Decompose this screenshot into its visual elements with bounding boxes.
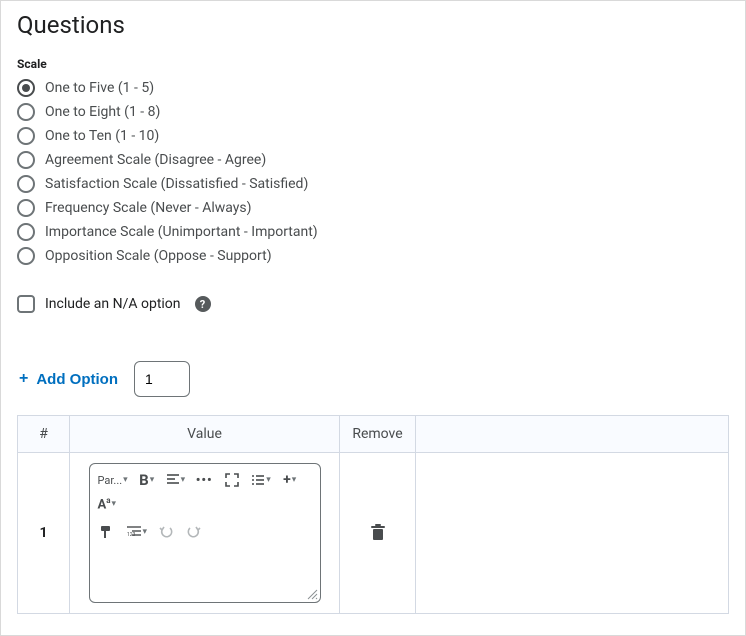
radio-icon — [17, 103, 35, 121]
add-option-label: Add Option — [36, 371, 118, 388]
blank-cell — [416, 453, 729, 614]
col-header-num: # — [18, 416, 70, 453]
scale-radio-option[interactable]: Satisfaction Scale (Dissatisfied - Satis… — [17, 175, 729, 193]
trash-icon — [370, 524, 386, 542]
include-na-checkbox[interactable] — [17, 295, 35, 313]
align-left-icon — [166, 473, 180, 487]
radio-icon — [17, 199, 35, 217]
col-header-remove: Remove — [340, 416, 416, 453]
scale-radio-option[interactable]: One to Five (1 - 5) — [17, 79, 729, 97]
align-button[interactable]: ▾ — [166, 470, 186, 490]
table-row: 1 Par... ▾ B ▾ — [18, 453, 729, 614]
chevron-down-icon: ▾ — [266, 475, 271, 485]
radio-label: Importance Scale (Unimportant - Importan… — [45, 224, 318, 240]
undo-button[interactable] — [157, 522, 175, 542]
radio-icon — [17, 127, 35, 145]
radio-label: Opposition Scale (Oppose - Support) — [45, 248, 272, 264]
scale-radio-option[interactable]: Opposition Scale (Oppose - Support) — [17, 247, 729, 265]
undo-icon — [159, 525, 173, 539]
radio-label: Agreement Scale (Disagree - Agree) — [45, 152, 266, 168]
scale-radio-option[interactable]: Importance Scale (Unimportant - Importan… — [17, 223, 729, 241]
scale-radio-option[interactable]: Frequency Scale (Never - Always) — [17, 199, 729, 217]
add-option-count-input[interactable] — [134, 361, 190, 397]
chevron-down-icon: ▾ — [150, 475, 155, 485]
editor-toolbar: Par... ▾ B ▾ — [90, 464, 320, 553]
row-number: 1 — [39, 525, 47, 541]
rich-text-editor[interactable]: Par... ▾ B ▾ — [89, 463, 321, 603]
include-na-row: Include an N/A option ? — [17, 295, 729, 313]
add-option-button[interactable]: + Add Option — [17, 366, 120, 392]
font-button[interactable]: Aa ▾ — [98, 494, 117, 514]
include-na-label: Include an N/A option — [45, 296, 181, 312]
resize-grip-icon[interactable] — [306, 588, 318, 600]
radio-label: Frequency Scale (Never - Always) — [45, 200, 252, 216]
svg-text:123: 123 — [127, 532, 136, 538]
expand-icon — [225, 473, 239, 487]
radio-label: One to Five (1 - 5) — [45, 80, 154, 96]
list-icon — [251, 473, 265, 487]
scale-radio-group: One to Five (1 - 5) One to Eight (1 - 8) O… — [17, 79, 729, 265]
page-title: Questions — [17, 11, 729, 39]
add-option-row: + Add Option — [17, 361, 729, 397]
chevron-down-icon: ▾ — [123, 475, 128, 485]
indent-button[interactable]: 123 ▾ — [126, 522, 148, 542]
fullscreen-button[interactable] — [223, 470, 241, 490]
format-paint-icon — [100, 525, 114, 539]
options-table: # Value Remove 1 Par... ▾ — [17, 415, 729, 614]
questions-panel: Questions Scale One to Five (1 - 5)One t… — [0, 0, 746, 636]
scale-radio-option[interactable]: One to Ten (1 - 10) — [17, 127, 729, 145]
scale-field-label: Scale — [17, 57, 729, 71]
radio-label: Satisfaction Scale (Dissatisfied - Satis… — [45, 176, 308, 192]
indent-icon: 123 — [126, 525, 142, 539]
format-paint-button[interactable] — [98, 522, 116, 542]
redo-icon — [187, 525, 201, 539]
chevron-down-icon: ▾ — [292, 475, 297, 485]
remove-row-button[interactable] — [364, 518, 392, 548]
col-header-blank — [416, 416, 729, 453]
radio-label: One to Ten (1 - 10) — [45, 128, 159, 144]
redo-button[interactable] — [185, 522, 203, 542]
radio-icon — [17, 247, 35, 265]
scale-radio-option[interactable]: One to Eight (1 - 8) — [17, 103, 729, 121]
chevron-down-icon: ▾ — [181, 475, 186, 485]
plus-icon: + — [19, 370, 28, 388]
paragraph-style-dropdown[interactable]: Par... ▾ — [98, 470, 128, 490]
radio-icon — [17, 175, 35, 193]
chevron-down-icon: ▾ — [143, 527, 148, 537]
col-header-value: Value — [70, 416, 340, 453]
more-button[interactable]: ••• — [195, 470, 213, 490]
radio-icon — [17, 79, 35, 97]
list-button[interactable]: ▾ — [251, 470, 271, 490]
insert-button[interactable]: + ▾ — [281, 470, 299, 490]
bold-button[interactable]: B ▾ — [138, 470, 156, 490]
help-icon[interactable]: ? — [195, 296, 211, 312]
chevron-down-icon: ▾ — [112, 499, 117, 509]
radio-label: One to Eight (1 - 8) — [45, 104, 160, 120]
radio-icon — [17, 151, 35, 169]
radio-icon — [17, 223, 35, 241]
editor-textarea[interactable] — [98, 550, 312, 594]
scale-radio-option[interactable]: Agreement Scale (Disagree - Agree) — [17, 151, 729, 169]
